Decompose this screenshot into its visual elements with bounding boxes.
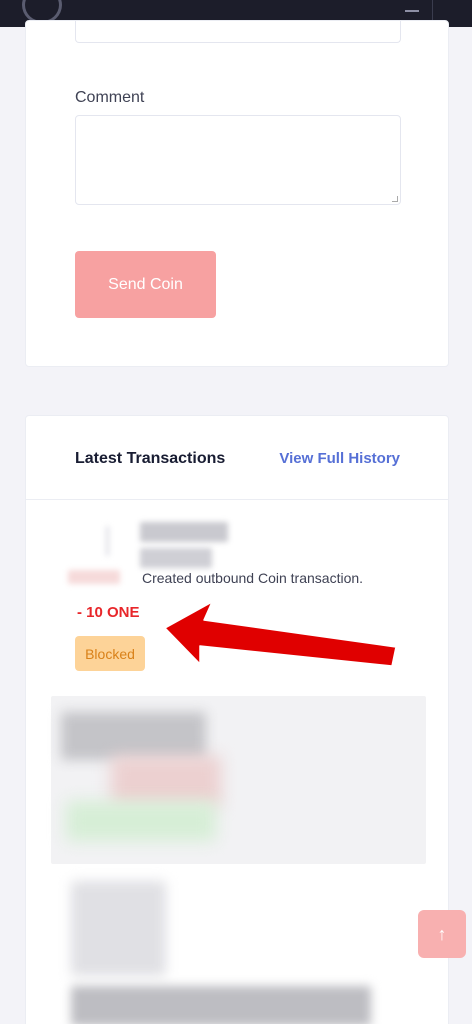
redacted-text — [140, 522, 228, 542]
send-coin-card: Comment Send Coin — [25, 20, 449, 367]
transactions-header: Latest Transactions View Full History — [26, 416, 448, 500]
redacted-text — [71, 881, 166, 976]
view-full-history-link[interactable]: View Full History — [279, 450, 400, 467]
redacted-transaction-item — [51, 696, 426, 864]
comment-label: Comment — [75, 89, 145, 106]
transaction-description: Created outbound Coin transaction. — [142, 570, 364, 586]
redacted-text — [66, 801, 216, 841]
status-badge: Blocked — [75, 636, 145, 671]
arrow-up-icon: ↑ — [437, 923, 447, 944]
send-coin-button[interactable]: Send Coin — [75, 251, 216, 318]
comment-textarea[interactable] — [75, 115, 401, 205]
redacted-text — [111, 756, 221, 806]
redacted-text — [68, 570, 120, 584]
redacted-text — [71, 986, 371, 1024]
transaction-amount: - 10 ONE — [77, 604, 140, 621]
transaction-avatar-redacted — [106, 526, 109, 556]
scroll-top-button[interactable]: ↑ — [418, 910, 466, 958]
annotation-arrow-icon — [164, 601, 397, 667]
menu-icon[interactable] — [405, 10, 419, 12]
amount-input[interactable] — [75, 21, 401, 43]
redacted-text — [140, 548, 212, 568]
transactions-title: Latest Transactions — [75, 450, 226, 467]
resize-handle-icon[interactable] — [392, 196, 398, 202]
redacted-text — [61, 712, 206, 760]
latest-transactions-card: Latest Transactions View Full History Cr… — [25, 415, 449, 1024]
